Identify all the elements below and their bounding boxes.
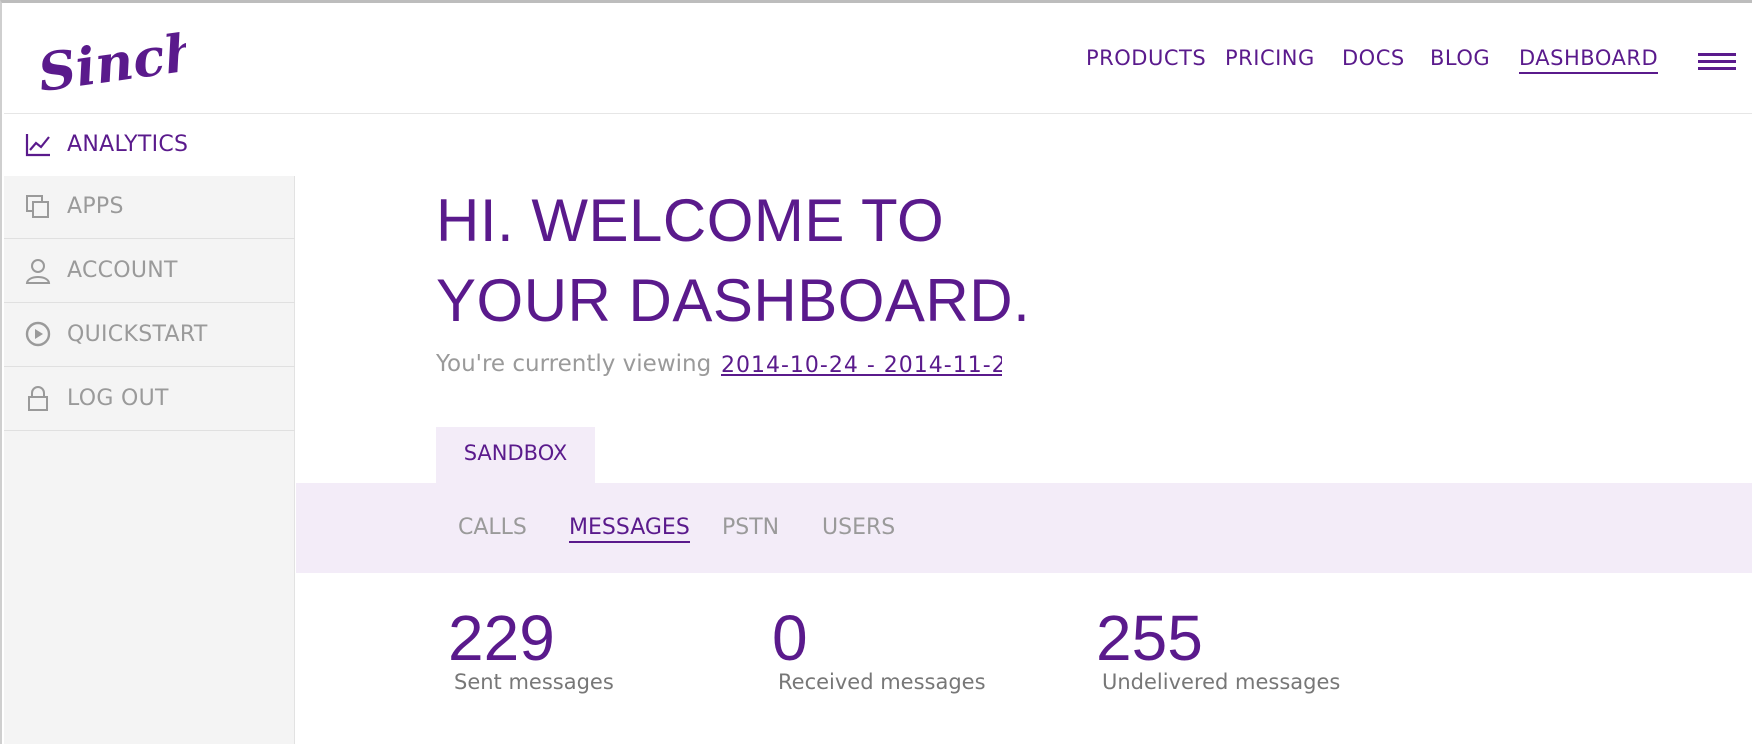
stat-undelivered-messages: 255 Undelivered messages	[1096, 603, 1340, 694]
sidebar-item-label: APPS	[67, 194, 124, 219]
nav-docs[interactable]: DOCS	[1342, 46, 1405, 70]
stat-caption: Sent messages	[454, 670, 614, 694]
copy-icon	[26, 195, 49, 218]
nav-products[interactable]: PRODUCTS	[1086, 46, 1206, 70]
nav-pricing[interactable]: PRICING	[1225, 46, 1315, 70]
lock-icon	[28, 386, 48, 411]
sidebar-item-analytics[interactable]: ANALYTICS	[4, 114, 295, 176]
stat-value: 255	[1096, 602, 1203, 674]
viewing-label: You're currently viewing	[436, 351, 712, 377]
stat-caption: Undelivered messages	[1102, 670, 1341, 694]
page-title: HI. WELCOME TO YOUR DASHBOARD.	[436, 181, 1030, 341]
sidebar-item-label: QUICKSTART	[67, 322, 208, 347]
sidebar: ANALYTICS APPS ACCOUNT QUICKSTART LOG OU…	[4, 114, 295, 744]
sidebar-item-quickstart[interactable]: QUICKSTART	[4, 304, 295, 367]
analytics-tab-bar: CALLS MESSAGES PSTN USERS	[296, 483, 1752, 573]
welcome-line-1: HI. WELCOME TO	[436, 187, 945, 254]
sidebar-item-label: ANALYTICS	[67, 132, 189, 157]
top-navigation: PRODUCTS PRICING DOCS BLOG DASHBOARD	[4, 46, 1752, 86]
sidebar-item-account[interactable]: ACCOUNT	[4, 240, 295, 303]
browser-viewport: Sinch! PRODUCTS PRICING DOCS BLOG DASHBO…	[0, 0, 1752, 744]
sidebar-item-label: LOG OUT	[67, 386, 169, 411]
tab-calls[interactable]: CALLS	[458, 515, 527, 540]
nav-blog[interactable]: BLOG	[1430, 46, 1490, 70]
stat-received-messages: 0 Received messages	[772, 603, 986, 694]
line-chart-icon	[25, 134, 50, 157]
stat-value: 229	[448, 602, 555, 674]
tab-messages[interactable]: MESSAGES	[569, 515, 690, 543]
tab-sandbox[interactable]: SANDBOX	[436, 427, 595, 483]
user-icon	[25, 259, 51, 284]
sidebar-item-label: ACCOUNT	[67, 258, 178, 283]
sidebar-item-apps[interactable]: APPS	[4, 176, 295, 239]
tab-users[interactable]: USERS	[822, 515, 895, 540]
stat-value: 0	[772, 602, 808, 674]
tab-pstn[interactable]: PSTN	[722, 515, 779, 540]
welcome-line-2: YOUR DASHBOARD.	[436, 267, 1031, 334]
nav-dashboard[interactable]: DASHBOARD	[1519, 46, 1659, 74]
stat-caption: Received messages	[778, 670, 986, 694]
stat-sent-messages: 229 Sent messages	[448, 603, 614, 694]
sidebar-item-logout[interactable]: LOG OUT	[4, 368, 295, 431]
date-range-picker[interactable]: 2014-10-24 - 2014-11-2	[721, 353, 1002, 378]
site-header: Sinch! PRODUCTS PRICING DOCS BLOG DASHBO…	[4, 6, 1752, 114]
play-circle-icon	[25, 321, 51, 347]
hamburger-icon[interactable]	[1698, 53, 1736, 73]
